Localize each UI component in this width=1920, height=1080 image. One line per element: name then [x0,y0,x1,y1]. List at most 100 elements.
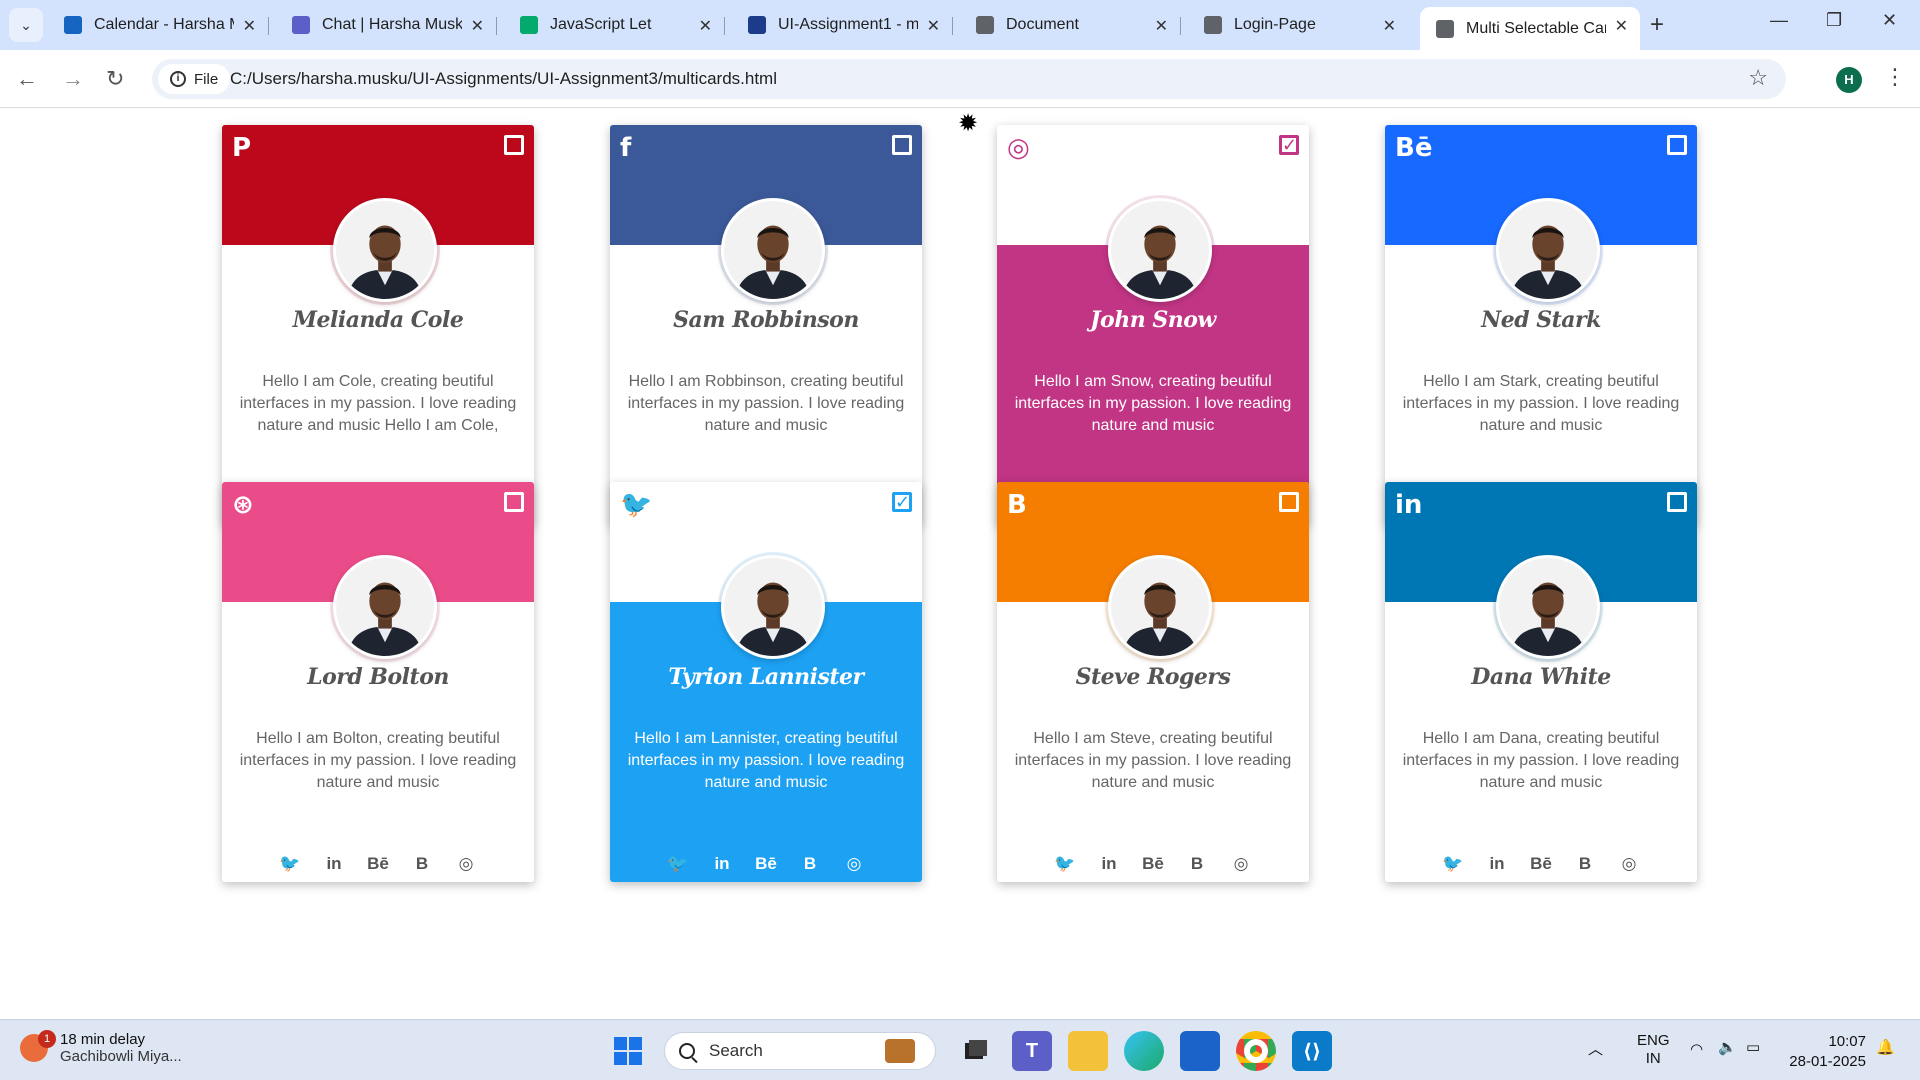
social-link-twitter-icon[interactable]: 🐦 [278,852,302,876]
social-link-twitter-icon[interactable]: 🐦 [1441,852,1465,876]
social-link-behance-icon[interactable]: Bē [1141,852,1165,876]
browser-tab[interactable]: Calendar - Harsha Musku ✕ [48,7,269,43]
tab-close-icon[interactable]: ✕ [1615,16,1628,36]
select-checkbox[interactable] [504,492,524,512]
minimize-button[interactable]: — [1770,10,1788,31]
close-window-button[interactable]: ✕ [1882,10,1897,31]
forward-arrow-icon[interactable]: → [62,66,84,92]
card-brand-linkedin-icon: in [1395,490,1423,520]
profile-card[interactable]: B Steve Rogers Hello I am Steve, creating … [997,482,1309,882]
card-brand-facebook-icon: f [620,133,632,163]
browser-tab[interactable]: Multi Selectable Card ✕ [1420,7,1640,50]
notification-bell-icon[interactable]: 🔔 [1876,1038,1895,1056]
reload-icon[interactable]: ↻ [106,66,124,92]
social-link-instagram-icon[interactable]: ◎ [1617,852,1641,876]
browser-tab[interactable]: JavaScript Let ✕ [504,7,725,43]
select-checkbox[interactable] [1667,135,1687,155]
profile-card[interactable]: P Melianda Cole Hello I am Cole, creating … [222,125,534,525]
profile-card[interactable]: ◎ ✓ John Snow Hello I am Snow, creating beu… [997,125,1309,525]
social-link-twitter-icon[interactable]: 🐦 [666,852,690,876]
social-link-twitter-icon[interactable]: 🐦 [1053,852,1077,876]
restore-button[interactable]: ❐ [1826,10,1842,31]
back-arrow-icon[interactable]: ← [16,66,38,92]
url-text[interactable]: C:/Users/harsha.musku/UI-Assignments/UI-… [230,69,777,89]
social-link-blogger-icon[interactable]: B [410,852,434,876]
battery-icon[interactable]: ▭ [1746,1038,1760,1056]
avatar [721,555,825,659]
social-link-instagram-icon[interactable]: ◎ [842,852,866,876]
avatar [721,198,825,302]
traffic-icon: 1 [20,1030,56,1062]
profile-avatar[interactable]: H [1836,67,1862,93]
site-info-chip[interactable]: i File [158,64,231,94]
select-checkbox[interactable] [892,135,912,155]
tab-close-icon[interactable]: ✕ [471,16,484,36]
social-link-behance-icon[interactable]: Bē [754,852,778,876]
tray-chevron-up-icon[interactable]: ︿ [1588,1038,1603,1059]
teams-icon[interactable]: T [1012,1031,1052,1071]
social-link-linkedin-icon[interactable]: in [710,852,734,876]
tab-close-icon[interactable]: ✕ [1155,16,1168,36]
social-link-instagram-icon[interactable]: ◎ [454,852,478,876]
browser-tab[interactable]: Login-Page ✕ [1188,7,1408,43]
card-name: Sam Robbinson [673,307,859,333]
tab-close-icon[interactable]: ✕ [1383,16,1396,36]
select-checkbox[interactable] [1279,492,1299,512]
chrome-icon[interactable] [1236,1031,1276,1071]
wifi-icon[interactable]: ◠ [1690,1040,1703,1058]
card-social-links: 🐦 in Bē B ◎ [222,852,534,876]
select-checkbox[interactable] [1667,492,1687,512]
social-link-linkedin-icon[interactable]: in [1097,852,1121,876]
social-link-linkedin-icon[interactable]: in [1485,852,1509,876]
card-brand-instagram-icon: ◎ [1007,133,1030,163]
social-link-behance-icon[interactable]: Bē [366,852,390,876]
tab-separator [268,17,269,35]
task-view-icon[interactable] [956,1031,996,1071]
address-bar[interactable]: i File C:/Users/harsha.musku/UI-Assignme… [152,59,1786,99]
vscode-icon[interactable]: ⟨⟩ [1292,1031,1332,1071]
store-icon[interactable] [1180,1031,1220,1071]
file-explorer-icon[interactable] [1068,1031,1108,1071]
card-name: Tyrion Lannister [668,664,864,690]
volume-icon[interactable]: 🔈 [1718,1038,1737,1056]
tab-search-button[interactable]: ⌄ [9,8,43,42]
traffic-widget[interactable]: 1 18 min delay Gachibowli Miya... [20,1030,182,1065]
browser-tab[interactable]: Document ✕ [960,7,1181,43]
taskbar-search[interactable]: Search [664,1032,936,1070]
new-tab-button[interactable]: + [1650,11,1664,39]
bookmark-star-icon[interactable]: ☆ [1748,65,1768,91]
social-link-blogger-icon[interactable]: B [798,852,822,876]
tab-close-icon[interactable]: ✕ [699,16,712,36]
page-viewport: ✹ P Melianda Cole Hello I am Cole, creatin… [0,109,1920,1019]
card-bio: Hello I am Cole, creating beutiful inter… [239,373,517,434]
notification-badge: 1 [38,1030,56,1048]
browser-tab[interactable]: Chat | Harsha Musku ✕ [276,7,497,43]
select-checkbox[interactable] [504,135,524,155]
select-checkbox[interactable]: ✓ [1279,135,1299,155]
tab-close-icon[interactable]: ✕ [243,16,256,36]
profile-card[interactable]: 🐦 ✓ Tyrion Lannister Hello I am Lannister, … [610,482,922,882]
browser-tab[interactable]: UI-Assignment1 - ma ✕ [732,7,953,43]
social-link-linkedin-icon[interactable]: in [322,852,346,876]
portrait-image [1111,558,1209,656]
tab-title: UI-Assignment1 - ma [778,16,918,33]
tab-title: Login-Page [1234,16,1316,33]
windows-start-icon[interactable] [608,1031,648,1071]
edge-icon[interactable] [1124,1031,1164,1071]
social-link-behance-icon[interactable]: Bē [1529,852,1553,876]
language-indicator[interactable]: ENG IN [1637,1032,1670,1068]
clock[interactable]: 10:07 28-01-2025 [1786,1032,1866,1072]
select-checkbox[interactable]: ✓ [892,492,912,512]
social-link-blogger-icon[interactable]: B [1573,852,1597,876]
theme-toggle-sun-icon[interactable]: ✹ [958,109,978,138]
profile-card[interactable]: in Dana White Hello I am Dana, creating be… [1385,482,1697,882]
profile-card[interactable]: f Sam Robbinson Hello I am Robbinson, crea… [610,125,922,525]
social-link-blogger-icon[interactable]: B [1185,852,1209,876]
profile-card[interactable]: ⊛ Lord Bolton Hello I am Bolton, creating … [222,482,534,882]
avatar [333,198,437,302]
menu-kebab-icon[interactable]: ⋮ [1884,64,1906,90]
tab-close-icon[interactable]: ✕ [927,16,940,36]
social-link-instagram-icon[interactable]: ◎ [1229,852,1253,876]
card-bio: Hello I am Steve, creating beutiful inte… [1014,730,1292,791]
profile-card[interactable]: Bē Ned Stark Hello I am Stark, creating be… [1385,125,1697,525]
